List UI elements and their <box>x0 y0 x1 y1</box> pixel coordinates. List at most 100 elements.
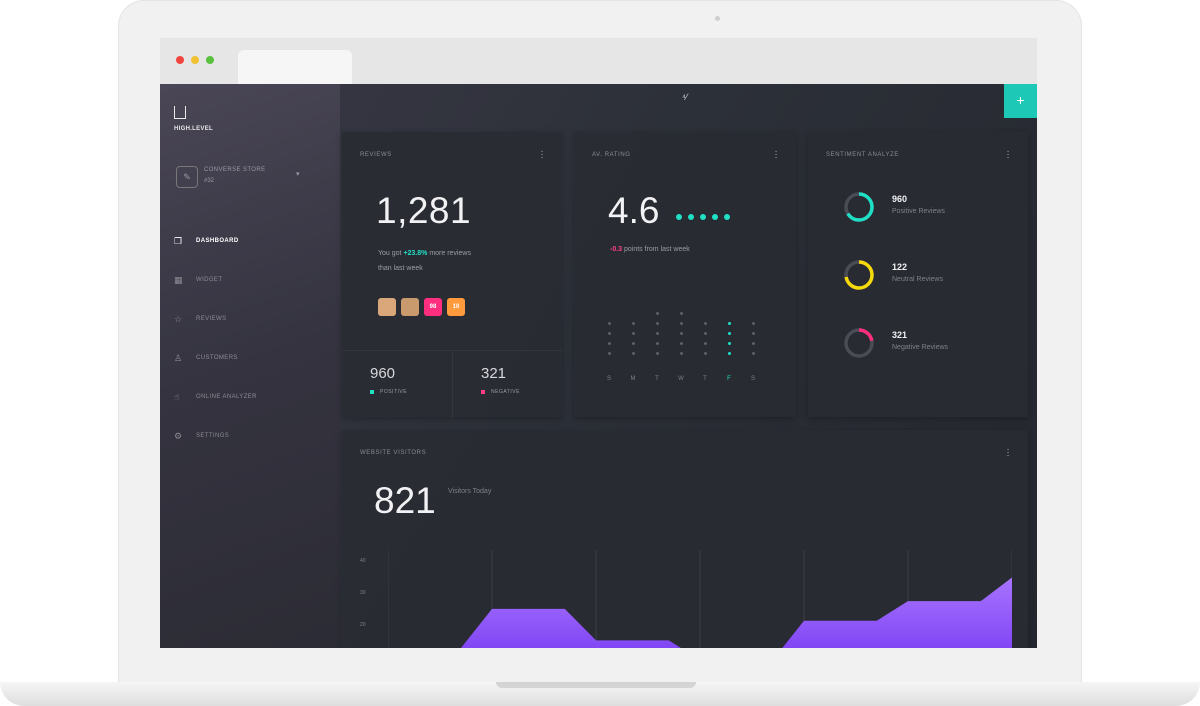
pencil-icon: ✎ <box>176 166 198 188</box>
neutral-reviews-label: Neutral Reviews <box>892 276 943 283</box>
more-options-icon[interactable]: · · · <box>1006 445 1010 461</box>
rating-grid-dot <box>752 322 755 325</box>
rating-change-value: -0.3 <box>610 246 623 253</box>
y-tick-label: 40 <box>360 558 366 564</box>
sidebar-item-dashboard[interactable]: ❐ DASHBOARD <box>174 236 324 250</box>
user-icon: ♙ <box>174 353 183 363</box>
rating-grid-dot <box>608 332 611 335</box>
rating-grid-dot <box>608 352 611 355</box>
rating-grid-dot <box>728 342 731 345</box>
rating-grid-dot <box>704 352 707 355</box>
positive-reviews-count: 960 <box>892 194 908 204</box>
sidebar-item-label: SETTINGS <box>196 433 230 439</box>
store-name: CONVERSE STORE <box>204 167 266 173</box>
rating-grid-dot <box>728 352 731 355</box>
star-icon: ☆ <box>174 314 183 324</box>
card-title: SENTIMENT ANALYZE <box>826 152 899 158</box>
minimize-window-button[interactable] <box>191 56 199 64</box>
rating-star-icon <box>700 214 706 220</box>
rating-grid-dot <box>680 342 683 345</box>
maximize-window-button[interactable] <box>206 56 214 64</box>
more-options-icon[interactable]: · · · <box>540 147 544 163</box>
weekday-label: W <box>678 376 684 382</box>
store-number: #32 <box>204 178 215 184</box>
average-rating: 4.6 <box>608 190 660 231</box>
rating-grid-dot <box>632 332 635 335</box>
weekday-label: S <box>750 376 755 382</box>
rating-star-icon <box>724 214 730 220</box>
logo-text: HIGH.LEVEL <box>174 126 214 132</box>
rating-grid-dot <box>704 322 707 325</box>
close-window-button[interactable] <box>176 56 184 64</box>
logo-icon <box>174 106 186 119</box>
rating-star-icon <box>688 214 694 220</box>
weekly-rating-grid <box>608 312 768 382</box>
rating-grid-dot <box>728 332 731 335</box>
review-split: 960 POSITIVE 321 NEGATIVE <box>342 350 562 418</box>
y-tick-label: 30 <box>360 590 366 596</box>
widget-icon: ▦ <box>174 275 183 285</box>
rating-grid-dot <box>680 322 683 325</box>
sidebar-item-label: DASHBOARD <box>196 238 239 244</box>
negative-marker <box>481 389 485 394</box>
sidebar-item-label: REVIEWS <box>196 316 227 322</box>
avatar[interactable] <box>401 298 419 316</box>
negative-count: 321 <box>481 365 507 382</box>
browser-tab[interactable] <box>238 50 352 84</box>
more-options-icon[interactable]: · · · <box>1006 147 1010 163</box>
rating-grid-dot <box>680 332 683 335</box>
brand-icon: ⁴⁄ <box>682 92 688 102</box>
rating-card: AV. RATING · · · 4.6 -0.3 points from last… <box>574 132 796 417</box>
card-title: REVIEWS <box>360 152 392 158</box>
reviews-change-value: +23.8% <box>403 250 428 257</box>
visitors-count: 821 <box>374 480 436 521</box>
rating-grid-dot <box>656 322 659 325</box>
rating-grid-dot <box>680 352 683 355</box>
positive-marker <box>370 389 374 394</box>
sidebar-item-widget[interactable]: ▦ WIDGET <box>174 275 324 289</box>
sidebar: HIGH.LEVEL ✎ CONVERSE STORE #32 ▾ ❐ DASH… <box>160 84 340 648</box>
rating-grid-dot <box>608 322 611 325</box>
visitors-label: Visitors Today <box>448 488 492 495</box>
rating-grid-dot <box>608 342 611 345</box>
add-button[interactable]: + <box>1004 84 1037 118</box>
sidebar-item-label: ONLINE ANALYZER <box>196 394 257 400</box>
rating-grid-dot <box>704 342 707 345</box>
sentiment-neutral: 122 Neutral Reviews <box>842 258 1022 298</box>
rating-grid-dot <box>752 352 755 355</box>
negative-ring <box>844 328 874 358</box>
sidebar-item-online-analyzer[interactable]: ☝ ONLINE ANALYZER <box>174 392 324 406</box>
dashboard-icon: ❐ <box>174 236 183 246</box>
rating-grid-dot <box>656 312 659 315</box>
negative-reviews-label: Negative Reviews <box>892 344 949 351</box>
reviews-count: 1,281 <box>376 190 472 231</box>
rating-star-icon <box>676 214 682 220</box>
dashboard-app: HIGH.LEVEL ✎ CONVERSE STORE #32 ▾ ❐ DASH… <box>160 84 1037 648</box>
chevron-down-icon: ▾ <box>296 171 300 178</box>
sidebar-item-reviews[interactable]: ☆ REVIEWS <box>174 314 324 328</box>
neutral-ring <box>844 260 874 290</box>
neutral-reviews-count: 122 <box>892 262 908 272</box>
negative-reviews-count: 321 <box>892 330 908 340</box>
count-badge[interactable]: 98 <box>424 298 442 316</box>
rating-grid-dot <box>656 352 659 355</box>
sidebar-item-settings[interactable]: ⚙ SETTINGS <box>174 431 324 445</box>
negative-summary: 321 NEGATIVE <box>452 351 563 418</box>
card-title: AV. RATING <box>592 152 631 158</box>
sentiment-positive: 960 Positive Reviews <box>842 190 1022 230</box>
rating-star-icon <box>712 214 718 220</box>
sidebar-item-customers[interactable]: ♙ CUSTOMERS <box>174 353 324 367</box>
avatar[interactable] <box>378 298 396 316</box>
rating-grid-dot <box>680 312 683 315</box>
rating-grid-dot <box>728 322 731 325</box>
weekday-label: S <box>606 376 611 382</box>
weekday-label: F <box>727 376 731 382</box>
browser-toolbar <box>160 38 1037 84</box>
weekday-label: T <box>703 376 707 382</box>
count-badge[interactable]: 10 <box>447 298 465 316</box>
store-selector[interactable]: ✎ CONVERSE STORE #32 ▾ <box>172 166 322 192</box>
positive-count: 960 <box>370 365 396 382</box>
positive-reviews-label: Positive Reviews <box>892 208 945 215</box>
sidebar-item-label: CUSTOMERS <box>196 355 238 361</box>
more-options-icon[interactable]: · · · <box>774 147 778 163</box>
